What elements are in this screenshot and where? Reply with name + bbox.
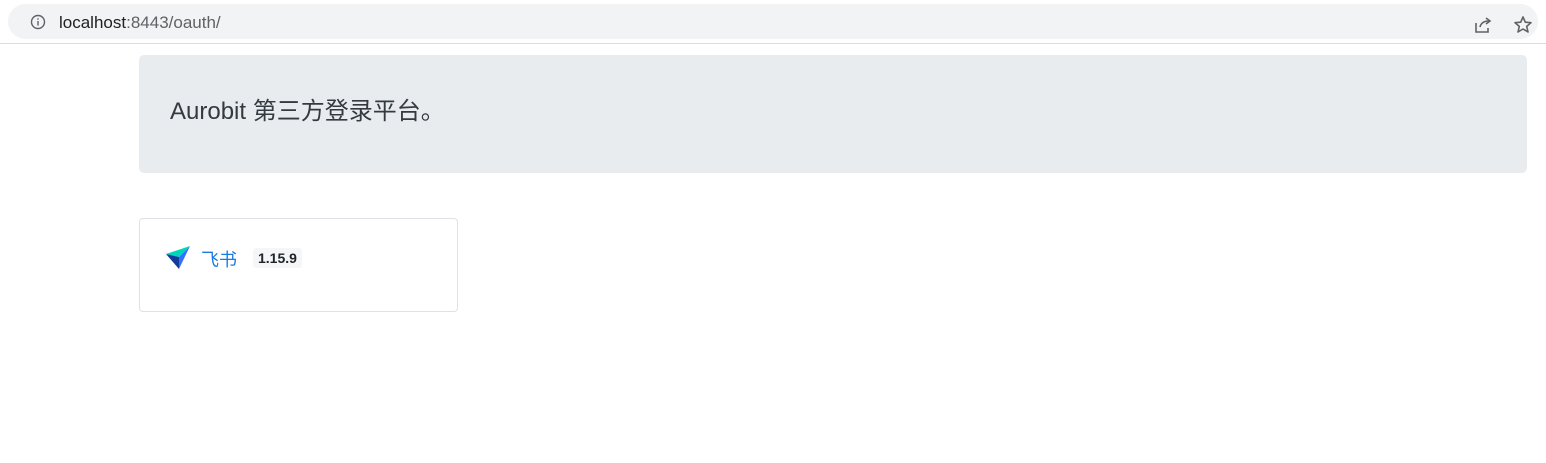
url-text[interactable]: localhost:8443/oauth/ (59, 13, 221, 33)
version-badge: 1.15.9 (253, 248, 302, 268)
star-icon[interactable] (1513, 15, 1533, 35)
platform-title: Aurobit 第三方登录平台。 (170, 98, 445, 125)
share-icon[interactable] (1473, 15, 1493, 35)
url-path: :8443/oauth/ (126, 13, 221, 32)
info-icon[interactable] (30, 14, 46, 30)
browser-toolbar: localhost:8443/oauth/ (0, 0, 1546, 44)
address-bar[interactable]: localhost:8443/oauth/ (8, 4, 1538, 39)
jumbotron-banner: Aurobit 第三方登录平台。 (139, 55, 1527, 173)
feishu-icon (166, 246, 190, 269)
url-host: localhost (59, 13, 127, 32)
provider-link-feishu[interactable]: 飞书 (201, 246, 237, 272)
provider-card: 飞书 1.15.9 (139, 218, 458, 312)
